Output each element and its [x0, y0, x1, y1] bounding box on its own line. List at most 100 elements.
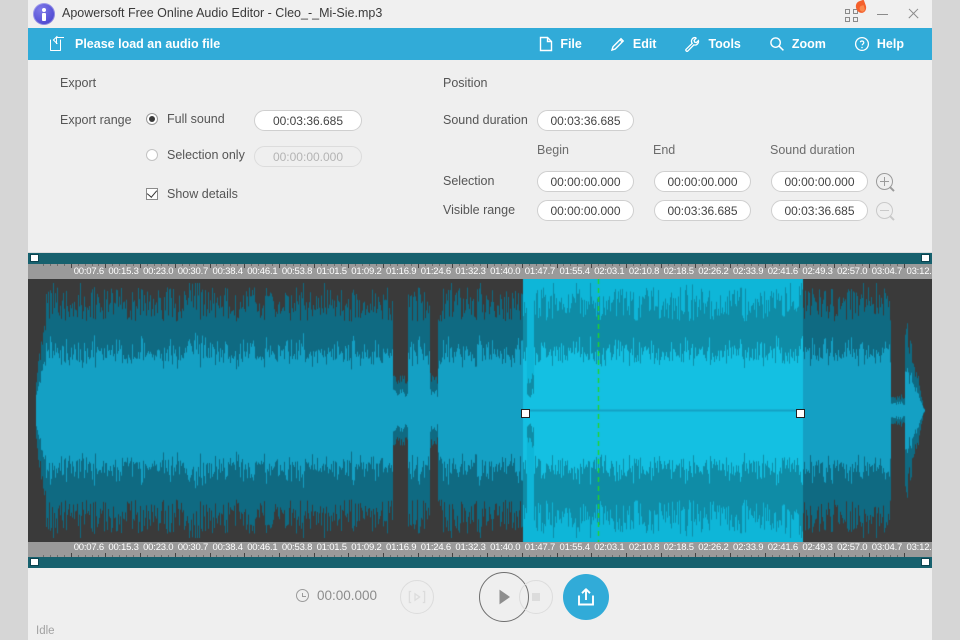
stop-button[interactable] [519, 580, 553, 614]
full-sound-option[interactable]: Full sound [146, 112, 225, 126]
selection-duration-field[interactable]: 00:00:00.000 [771, 171, 868, 192]
horizontal-scrollbar-bottom[interactable] [28, 557, 932, 568]
ruler-minor-tick [230, 264, 232, 266]
ruler-minor-tick [223, 264, 225, 266]
status-bar: Idle [28, 624, 932, 640]
clock-icon [296, 589, 309, 602]
selection-handle-left[interactable] [521, 409, 530, 418]
ruler-minor-tick [396, 264, 398, 266]
ruler-minor-tick [299, 264, 301, 266]
ruler-minor-tick [639, 264, 641, 266]
ruler-minor-tick [167, 264, 169, 266]
ruler-tick [868, 264, 870, 268]
ruler-minor-tick [494, 264, 496, 266]
ruler-minor-tick [507, 264, 509, 266]
ruler-tick [383, 264, 384, 268]
selection-only-radio[interactable] [146, 149, 158, 161]
menu-zoom-label: Zoom [791, 37, 826, 51]
load-audio-label: Please load an audio file [75, 37, 221, 51]
menu-file[interactable]: File [525, 28, 596, 60]
ruler-minor-tick [549, 264, 551, 266]
export-button[interactable] [563, 574, 609, 620]
ruler-minor-tick [882, 264, 884, 266]
ruler-tick [174, 264, 176, 268]
visible-range-begin-value: 00:00:00.000 [550, 203, 621, 218]
visible-range-begin-field[interactable]: 00:00:00.000 [537, 200, 634, 221]
ruler-minor-tick [473, 264, 475, 266]
menu-help[interactable]: Help [840, 28, 918, 60]
position-heading-label: Position [443, 76, 488, 90]
ruler-tick [278, 264, 280, 268]
ruler-tick-label: 00:07.6 [73, 542, 104, 553]
ruler-tick [591, 264, 593, 268]
horizontal-scrollbar-top[interactable] [28, 253, 932, 264]
ruler-tick-label: 02:49.3 [802, 266, 833, 277]
timeline-ruler-bottom[interactable]: 00:07.6 00:15.3 00:23.0 00:30.7 00:38.4 00:46… [28, 542, 932, 557]
ruler-tick [140, 264, 142, 268]
ruler-tick [764, 264, 766, 268]
ruler-minor-tick [500, 264, 502, 266]
ruler-minor-tick [750, 264, 752, 266]
close-button[interactable] [898, 0, 928, 28]
ruler-minor-tick [42, 264, 44, 266]
ruler-tick [105, 264, 107, 268]
full-sound-radio[interactable] [146, 113, 158, 125]
visible-range-end-field[interactable]: 00:03:36.685 [654, 200, 751, 221]
full-sound-duration-field[interactable]: 00:03:36.685 [254, 110, 362, 131]
ruler-tick [695, 264, 697, 268]
scroll-thumb-bottom-right[interactable] [921, 558, 930, 566]
ruler-minor-tick [112, 264, 114, 266]
position-heading: Position [443, 76, 487, 90]
waveform-canvas-area[interactable] [28, 279, 932, 542]
ruler-minor-tick [785, 264, 787, 266]
ruler-minor-tick [861, 264, 863, 266]
ruler-minor-tick [195, 264, 197, 266]
selection-begin-value: 00:00:00.000 [550, 174, 621, 189]
menu-tools[interactable]: Tools [670, 28, 754, 60]
ruler-minor-tick [889, 264, 891, 266]
ruler-tick [244, 264, 246, 268]
minimize-button[interactable] [868, 0, 898, 28]
ruler-tick [660, 264, 662, 268]
ruler-minor-tick [605, 264, 607, 266]
sound-duration-field[interactable]: 00:03:36.685 [537, 110, 634, 131]
selection-only-option[interactable]: Selection only [146, 148, 245, 162]
scroll-thumb-top-left[interactable] [30, 254, 39, 262]
ruler-tick-label: 01:55.4 [559, 266, 590, 277]
selection-row-label-wrap: Selection [443, 174, 494, 188]
selection-begin-field[interactable]: 00:00:00.000 [537, 171, 634, 192]
menu-bar: Please load an audio file File Edit Tool… [28, 28, 932, 60]
ruler-minor-tick [306, 264, 308, 266]
waveform-area: 00:07.6 00:15.3 00:23.0 00:30.7 00:38.4 00:46… [28, 253, 932, 568]
ruler-tick-label: 00:23.0 [143, 542, 174, 553]
ruler-tick-label: 02:03.1 [594, 266, 625, 277]
timeline-ruler-top[interactable]: 00:07.6 00:15.3 00:23.0 00:30.7 00:38.4 00:46… [28, 264, 932, 279]
ruler-tick-label: 00:15.3 [108, 266, 139, 277]
ruler-minor-tick [806, 264, 808, 266]
visible-range-duration-field[interactable]: 00:03:36.685 [771, 200, 868, 221]
ruler-minor-tick [327, 264, 329, 266]
col-header-duration: Sound duration [770, 143, 855, 157]
ruler-tick-label: 02:33.9 [733, 542, 764, 553]
ruler-minor-tick [757, 264, 759, 266]
scroll-thumb-bottom-left[interactable] [30, 558, 39, 566]
selection-end-field[interactable]: 00:00:00.000 [654, 171, 751, 192]
play-selection-button[interactable] [400, 580, 434, 614]
ruler-tick [70, 264, 72, 268]
ruler-minor-tick [646, 264, 648, 266]
ruler-tick-label: 01:24.6 [420, 542, 451, 553]
ruler-minor-tick [424, 264, 426, 266]
selection-handle-right[interactable] [796, 409, 805, 418]
ruler-minor-tick [216, 264, 218, 266]
menu-zoom[interactable]: Zoom [755, 28, 840, 60]
ruler-tick-label: 02:57.0 [837, 542, 868, 553]
menu-edit[interactable]: Edit [596, 28, 671, 60]
show-details-checkbox[interactable] [146, 188, 158, 200]
load-audio-button[interactable]: Please load an audio file [50, 28, 220, 60]
ruler-tick [903, 264, 905, 268]
show-details-option[interactable]: Show details [146, 187, 238, 201]
scroll-thumb-top-right[interactable] [921, 254, 930, 262]
ruler-tick-label: 02:41.6 [767, 266, 798, 277]
show-details-label: Show details [167, 187, 238, 201]
ruler-tick [834, 264, 836, 268]
